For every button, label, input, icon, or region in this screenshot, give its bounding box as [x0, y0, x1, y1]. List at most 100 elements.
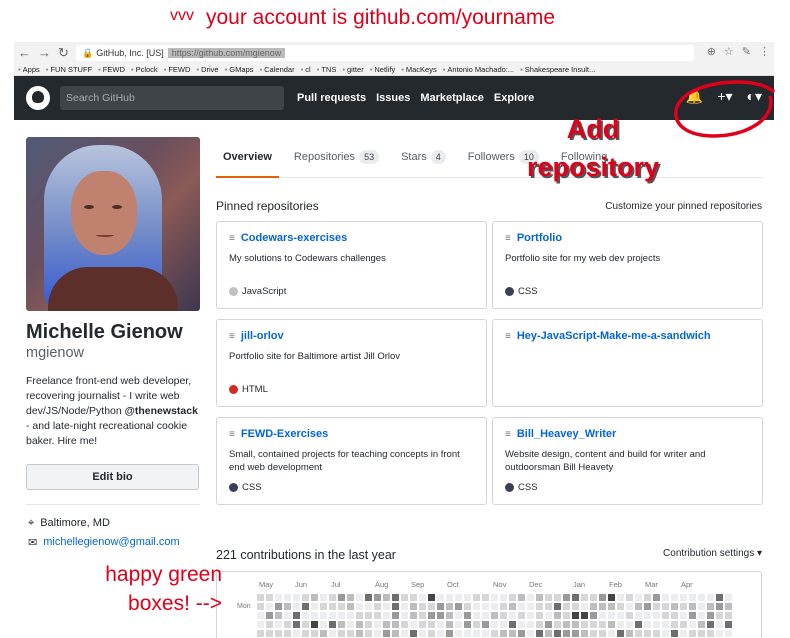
contribution-cell[interactable] — [473, 612, 480, 619]
contribution-cell[interactable] — [455, 603, 462, 610]
contribution-cell[interactable] — [527, 621, 534, 628]
contribution-cell[interactable] — [401, 621, 408, 628]
contribution-cell[interactable] — [293, 621, 300, 628]
contribution-cell[interactable] — [662, 603, 669, 610]
contribution-cell[interactable] — [419, 594, 426, 601]
back-icon[interactable]: ← — [18, 45, 31, 61]
contribution-cell[interactable] — [401, 612, 408, 619]
contribution-cell[interactable] — [428, 630, 435, 637]
contribution-cell[interactable] — [338, 603, 345, 610]
contribution-cell[interactable] — [518, 603, 525, 610]
github-logo-icon[interactable] — [26, 86, 50, 110]
contribution-cell[interactable] — [329, 612, 336, 619]
repo-name-link[interactable]: Codewars-exercises — [241, 232, 347, 244]
contribution-cell[interactable] — [347, 594, 354, 601]
contribution-cell[interactable] — [464, 603, 471, 610]
contribution-cell[interactable] — [500, 621, 507, 628]
menu-icon[interactable]: ⋮ — [759, 45, 770, 58]
contribution-cell[interactable] — [707, 594, 714, 601]
contribution-cell[interactable] — [428, 612, 435, 619]
contribution-cell[interactable] — [284, 621, 291, 628]
contribution-cell[interactable] — [545, 603, 552, 610]
contribution-cell[interactable] — [338, 612, 345, 619]
contribution-cell[interactable] — [329, 603, 336, 610]
bookmark[interactable]: Apps — [18, 63, 40, 76]
contribution-cell[interactable] — [293, 612, 300, 619]
repo-name-link[interactable]: FEWD-Exercises — [241, 428, 328, 440]
contribution-cell[interactable] — [410, 603, 417, 610]
contribution-cell[interactable] — [590, 612, 597, 619]
contribution-cell[interactable] — [554, 621, 561, 628]
contribution-cell[interactable] — [581, 594, 588, 601]
contribution-cell[interactable] — [464, 630, 471, 637]
star-icon[interactable]: ☆ — [724, 45, 734, 58]
contribution-cell[interactable] — [473, 603, 480, 610]
contribution-cell[interactable] — [599, 612, 606, 619]
contribution-cell[interactable] — [725, 612, 732, 619]
contribution-cell[interactable] — [374, 603, 381, 610]
email-link[interactable]: michellegienow@gmail.com — [43, 536, 180, 549]
contribution-cell[interactable] — [635, 594, 642, 601]
contribution-cell[interactable] — [509, 594, 516, 601]
contribution-cell[interactable] — [617, 630, 624, 637]
contribution-cell[interactable] — [644, 621, 651, 628]
contribution-cell[interactable] — [581, 630, 588, 637]
contribution-cell[interactable] — [518, 612, 525, 619]
contribution-cell[interactable] — [572, 621, 579, 628]
contribution-cell[interactable] — [347, 630, 354, 637]
contribution-cell[interactable] — [455, 621, 462, 628]
extension-icon[interactable]: ✎ — [742, 45, 751, 58]
contribution-cell[interactable] — [518, 621, 525, 628]
contribution-cell[interactable] — [671, 612, 678, 619]
contribution-cell[interactable] — [608, 612, 615, 619]
contribution-cell[interactable] — [374, 612, 381, 619]
contribution-cell[interactable] — [680, 621, 687, 628]
contribution-cell[interactable] — [266, 603, 273, 610]
contribution-cell[interactable] — [482, 621, 489, 628]
bookmark[interactable]: TNS — [317, 63, 336, 76]
contribution-cell[interactable] — [392, 603, 399, 610]
edit-bio-button[interactable]: Edit bio — [26, 464, 199, 490]
contribution-cell[interactable] — [635, 621, 642, 628]
contribution-cell[interactable] — [365, 603, 372, 610]
contribution-cell[interactable] — [662, 621, 669, 628]
contribution-cell[interactable] — [410, 612, 417, 619]
bookmark[interactable]: FEWD — [164, 63, 190, 76]
contribution-cell[interactable] — [689, 630, 696, 637]
contribution-cell[interactable] — [572, 630, 579, 637]
search-input[interactable]: Search GitHub — [60, 86, 284, 110]
contribution-cell[interactable] — [374, 594, 381, 601]
contribution-cell[interactable] — [473, 594, 480, 601]
contribution-cell[interactable] — [545, 621, 552, 628]
contribution-cell[interactable] — [509, 603, 516, 610]
contribution-cell[interactable] — [725, 630, 732, 637]
contribution-cell[interactable] — [536, 621, 543, 628]
contribution-cell[interactable] — [320, 612, 327, 619]
contribution-cell[interactable] — [590, 621, 597, 628]
nav-marketplace[interactable]: Marketplace — [420, 92, 484, 104]
contribution-cell[interactable] — [392, 621, 399, 628]
contribution-cell[interactable] — [284, 603, 291, 610]
contribution-cell[interactable] — [689, 612, 696, 619]
contribution-cell[interactable] — [482, 630, 489, 637]
contribution-cell[interactable] — [572, 594, 579, 601]
bookmark[interactable]: cl — [301, 63, 310, 76]
tab-stars[interactable]: Stars 4 — [394, 144, 453, 178]
contribution-cell[interactable] — [653, 603, 660, 610]
contribution-cell[interactable] — [347, 621, 354, 628]
contribution-cell[interactable] — [356, 630, 363, 637]
contribution-cell[interactable] — [302, 612, 309, 619]
contribution-cell[interactable] — [509, 630, 516, 637]
contribution-cell[interactable] — [617, 621, 624, 628]
nav-pull-requests[interactable]: Pull requests — [297, 92, 366, 104]
contribution-cell[interactable] — [644, 603, 651, 610]
bookmark[interactable]: MacKeys — [401, 63, 437, 76]
contribution-cell[interactable] — [428, 603, 435, 610]
contribution-cell[interactable] — [482, 594, 489, 601]
contribution-cell[interactable] — [446, 621, 453, 628]
bookmark[interactable]: GMaps — [225, 63, 253, 76]
contribution-cell[interactable] — [518, 630, 525, 637]
contribution-cell[interactable] — [563, 612, 570, 619]
contribution-cell[interactable] — [302, 603, 309, 610]
contribution-cell[interactable] — [725, 603, 732, 610]
